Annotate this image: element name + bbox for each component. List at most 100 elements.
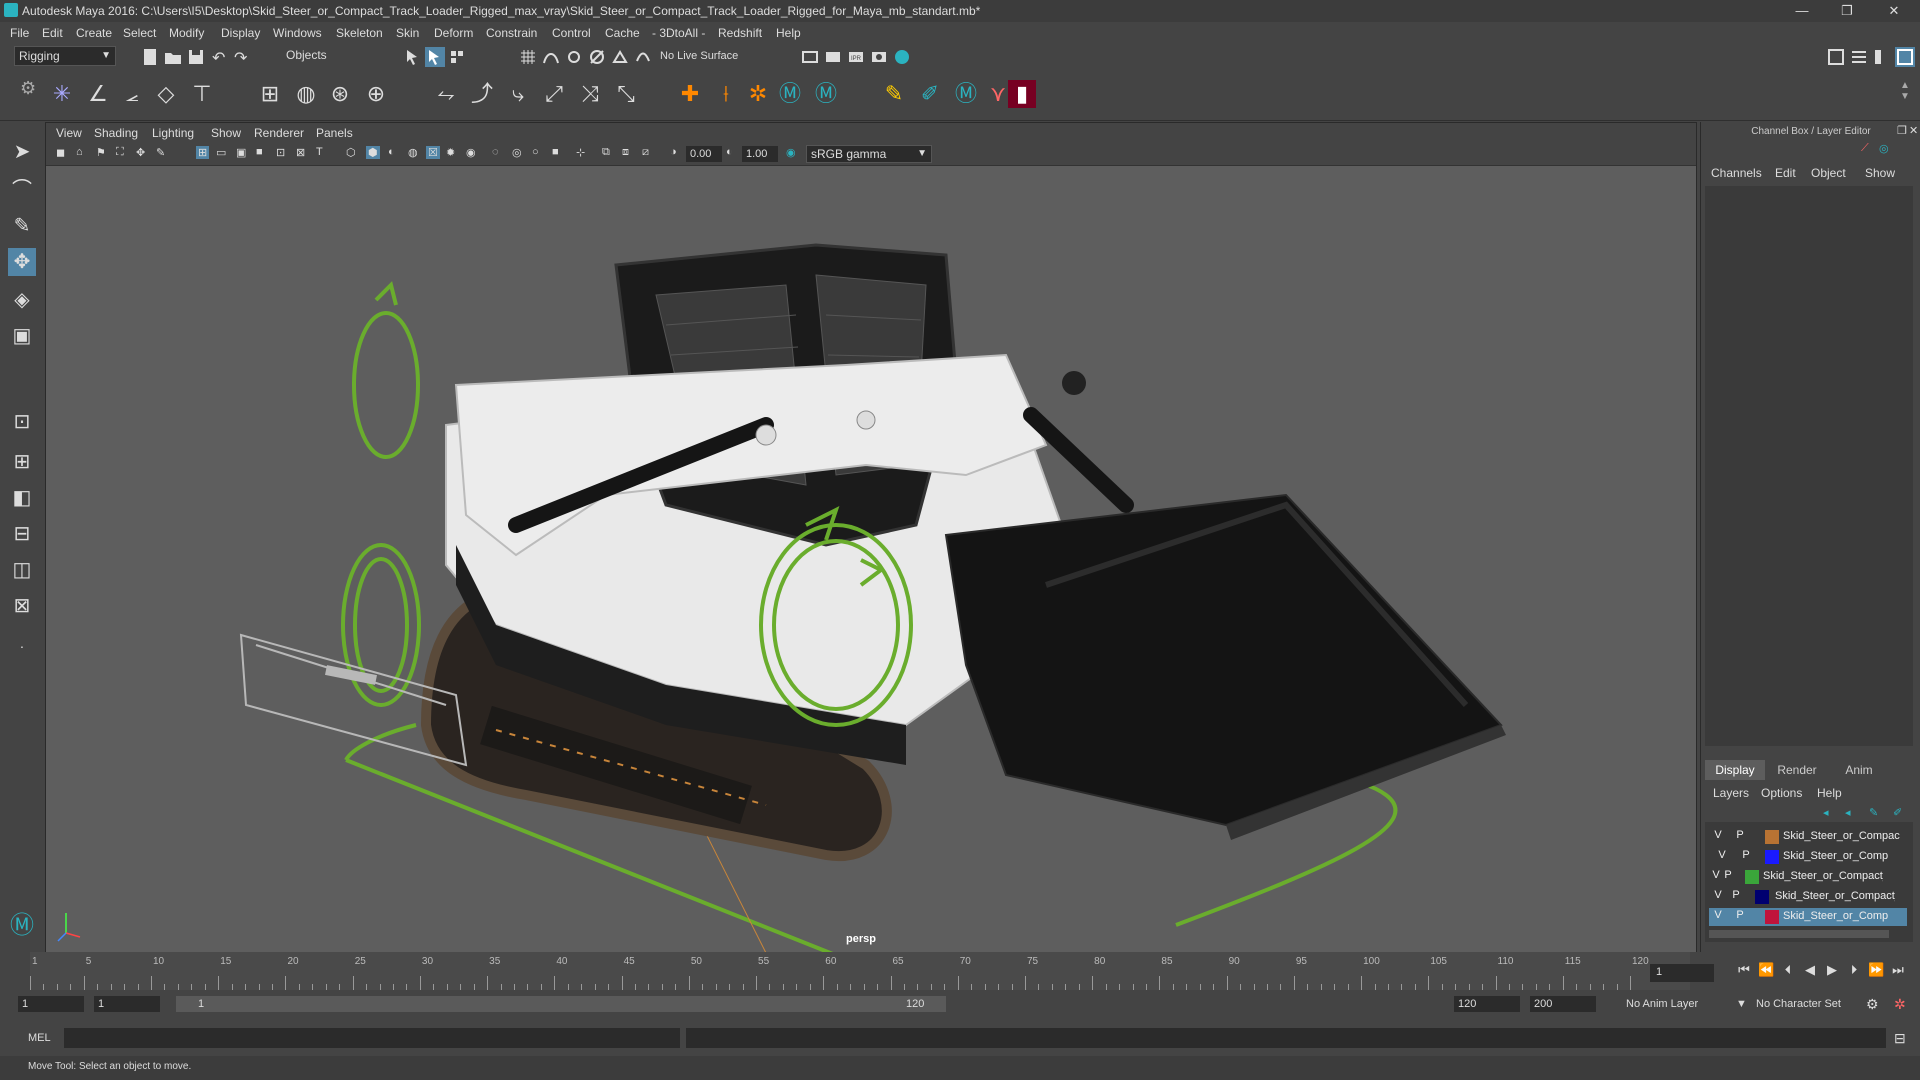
play-forwards-icon[interactable]: ▶	[1824, 962, 1840, 978]
layer-list-scrollbar[interactable]	[1709, 930, 1889, 938]
maya-shelf-icon[interactable]: Ⓜ	[952, 80, 980, 108]
outliner-layout-icon[interactable]: ⊠	[8, 592, 36, 620]
layer-row[interactable]: V P Skid_Steer_or_Compac	[1709, 828, 1907, 846]
channel-menu-edit[interactable]: Edit	[1775, 166, 1796, 180]
film-gate-icon[interactable]: ▭	[216, 146, 226, 159]
two-d-pan-icon[interactable]: ✥	[136, 146, 145, 159]
layer-color-swatch[interactable]	[1755, 890, 1769, 904]
shelf-scroll-icon[interactable]: ▲ ▼	[1900, 80, 1910, 102]
rigid-bind-icon[interactable]: ◍	[292, 80, 320, 108]
attribute-editor-icon[interactable]	[1849, 47, 1869, 67]
open-scene-icon[interactable]	[163, 47, 183, 67]
joint-tool-icon[interactable]: ✳	[48, 80, 76, 108]
step-forward-frame-icon[interactable]: ⏵	[1846, 962, 1862, 978]
camera-attributes-icon[interactable]: ◼	[56, 146, 65, 159]
playback-end-field[interactable]: 120	[1454, 996, 1520, 1012]
custom-layout-icon[interactable]: ·	[8, 632, 36, 660]
exposure-icon[interactable]: ◑	[670, 146, 677, 158]
go-to-start-icon[interactable]: ⏮	[1736, 962, 1752, 978]
restore-button[interactable]: ❐	[1827, 2, 1867, 20]
menu-help[interactable]: Help	[776, 26, 801, 40]
tool-settings-icon[interactable]	[1872, 47, 1892, 67]
float-panel-icon[interactable]: ❐	[1897, 124, 1907, 137]
minimize-button[interactable]: —	[1782, 2, 1822, 20]
channel-menu-channels[interactable]: Channels	[1711, 166, 1762, 180]
layer-visibility-toggle[interactable]: V	[1711, 889, 1725, 901]
four-view-layout-icon[interactable]: ⊞	[8, 448, 36, 476]
layer-menu-help[interactable]: Help	[1817, 786, 1842, 800]
menu-skeleton[interactable]: Skeleton	[336, 26, 383, 40]
layer-menu-layers[interactable]: Layers	[1713, 786, 1749, 800]
gamma-icon[interactable]: ◐	[726, 146, 733, 158]
multisample-icon[interactable]: ◎	[512, 146, 522, 159]
animation-end-field[interactable]: 200	[1530, 996, 1596, 1012]
menu-display[interactable]: Display	[221, 26, 260, 40]
paint-weights-icon[interactable]: ✎	[880, 80, 908, 108]
wireframe-icon[interactable]: ⬡	[346, 146, 356, 159]
gamma-field[interactable]: 1.00	[742, 146, 778, 162]
human-ik-icon[interactable]: Ⓜ	[776, 80, 804, 108]
perspective-viewport[interactable]: View Shading Lighting Show Renderer Pane…	[45, 122, 1697, 954]
shadows-icon[interactable]: ✹	[446, 146, 455, 159]
make-live-icon[interactable]	[633, 47, 653, 67]
save-scene-icon[interactable]	[186, 47, 206, 67]
paint-skin-icon[interactable]: ✐	[916, 80, 944, 108]
resolution-gate-icon[interactable]: ▣	[236, 146, 246, 159]
viewport-menu-renderer[interactable]: Renderer	[254, 126, 304, 140]
new-layer-icon[interactable]: ✎	[1869, 806, 1878, 819]
aim-constraint-icon[interactable]: ⤴	[468, 80, 496, 108]
layer-playback-toggle[interactable]: P	[1729, 889, 1743, 901]
safe-title-icon[interactable]: T	[316, 146, 323, 158]
layer-color-swatch[interactable]	[1745, 870, 1759, 884]
menu-cache[interactable]: Cache	[605, 26, 640, 40]
range-slider-bar[interactable]: 1 120	[176, 996, 946, 1012]
camera-lock-icon[interactable]: ⌂	[76, 146, 83, 158]
safe-action-icon[interactable]: ⊠	[296, 146, 305, 159]
ik-handle-icon[interactable]: ∠	[84, 80, 112, 108]
tab-anim[interactable]: Anim	[1829, 760, 1889, 780]
select-hierarchy-icon[interactable]	[403, 47, 423, 67]
menu-redshift[interactable]: Redshift	[718, 26, 762, 40]
tab-render[interactable]: Render	[1767, 760, 1827, 780]
new-layer-selected-icon[interactable]: ✐	[1893, 806, 1902, 819]
step-back-key-icon[interactable]: ⏪	[1758, 962, 1774, 978]
ambient-occlusion-icon[interactable]: ◉	[466, 146, 476, 159]
rig-control-arm[interactable]	[352, 281, 420, 459]
layer-visibility-toggle[interactable]: V	[1711, 909, 1725, 921]
selection-mode-dropdown[interactable]: Objects	[282, 46, 376, 64]
wireframe-on-shaded-icon[interactable]: ◐	[388, 146, 395, 158]
snap-view-plane-icon[interactable]	[587, 47, 607, 67]
point-constraint-icon[interactable]: ⥊	[432, 80, 460, 108]
layer-playback-toggle[interactable]: P	[1721, 869, 1735, 881]
step-forward-key-icon[interactable]: ⏩	[1868, 962, 1884, 978]
channel-menu-object[interactable]: Object	[1811, 166, 1846, 180]
lasso-tool-icon[interactable]: ⌒	[8, 176, 36, 204]
snap-curve-icon[interactable]	[541, 47, 561, 67]
layer-playback-toggle[interactable]: P	[1733, 829, 1747, 841]
layer-menu-options[interactable]: Options	[1761, 786, 1802, 800]
motion-blur-icon[interactable]: ◌	[492, 146, 499, 158]
color-management-icon[interactable]: ◉	[786, 146, 796, 159]
xray-active-icon[interactable]: ⧈	[622, 146, 629, 159]
move-layer-up-icon[interactable]: ◂	[1823, 806, 1829, 819]
xray-icon[interactable]: ⊹	[576, 146, 585, 159]
layer-color-swatch[interactable]	[1765, 830, 1779, 844]
textured-icon[interactable]: ◍	[408, 146, 418, 159]
render-settings-icon[interactable]	[869, 47, 889, 67]
smooth-bind-icon[interactable]: ⊞	[256, 80, 284, 108]
snap-surface-icon[interactable]	[610, 47, 630, 67]
persp-graph-layout-icon[interactable]: ⊟	[8, 520, 36, 548]
modeling-toolkit-icon[interactable]	[1826, 47, 1846, 67]
set-driven-key-icon[interactable]: ✲	[744, 80, 772, 108]
menu-control[interactable]: Control	[552, 26, 591, 40]
image-plane-icon[interactable]: ⛶	[116, 146, 124, 159]
view-transform-dropdown[interactable]: sRGB gamma ▼	[806, 145, 932, 163]
parent-constraint-icon[interactable]: ⤨	[576, 80, 604, 108]
ik-spline-icon[interactable]: ⦟	[118, 80, 146, 108]
mirror-joint-icon[interactable]: ⊤	[188, 80, 216, 108]
menu-deform[interactable]: Deform	[434, 26, 473, 40]
menu-constrain[interactable]: Constrain	[486, 26, 537, 40]
layer-playback-toggle[interactable]: P	[1739, 849, 1753, 861]
tab-display[interactable]: Display	[1705, 760, 1765, 780]
menu-3dtoall[interactable]: - 3DtoAll -	[652, 26, 705, 40]
